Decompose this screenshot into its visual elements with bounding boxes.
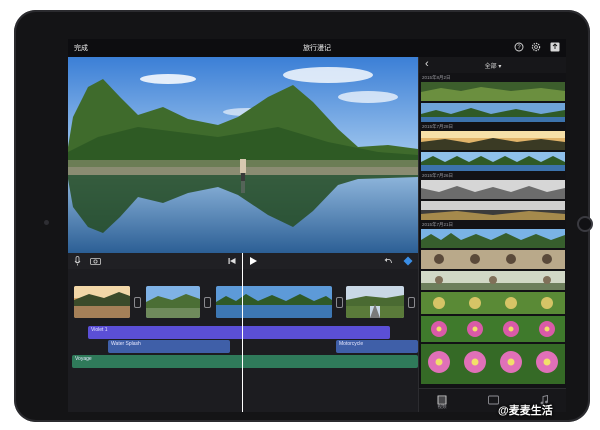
video-clip[interactable] bbox=[216, 286, 332, 318]
microphone-icon[interactable] bbox=[74, 256, 81, 266]
media-row[interactable] bbox=[421, 229, 565, 248]
media-row[interactable] bbox=[421, 292, 565, 314]
media-row[interactable] bbox=[421, 250, 565, 269]
audio-track-violet[interactable]: Violet 1 bbox=[88, 326, 390, 339]
audio-track-label: Water Splash bbox=[111, 341, 141, 347]
front-camera bbox=[44, 220, 49, 225]
tab-video[interactable]: 视频 bbox=[427, 392, 457, 412]
imovie-screen: 完成 旅行漫记 ? Violet 1 Water Splash Motorcyc… bbox=[68, 39, 566, 412]
watermark: @麦麦生活 bbox=[498, 405, 553, 417]
timeline[interactable]: Violet 1 Water Splash Motorcycle Voyage bbox=[68, 269, 418, 412]
transition-marker[interactable] bbox=[134, 297, 141, 308]
share-icon[interactable] bbox=[550, 42, 560, 52]
skip-back-icon[interactable] bbox=[228, 257, 236, 265]
media-row[interactable] bbox=[421, 131, 565, 150]
transition-marker[interactable] bbox=[204, 297, 211, 308]
audio-icon[interactable] bbox=[403, 256, 413, 266]
tab-label: 视频 bbox=[437, 404, 447, 409]
media-row[interactable] bbox=[421, 201, 565, 220]
gear-icon[interactable] bbox=[531, 42, 541, 52]
media-row[interactable] bbox=[421, 180, 565, 199]
camera-icon[interactable] bbox=[90, 257, 101, 265]
transition-marker[interactable] bbox=[336, 297, 343, 308]
date-header: 2015年7月26日 bbox=[422, 173, 454, 178]
top-bar: 完成 旅行漫记 ? bbox=[68, 39, 566, 57]
video-clip[interactable] bbox=[74, 286, 130, 318]
playhead[interactable] bbox=[242, 253, 243, 412]
media-row[interactable] bbox=[421, 271, 565, 290]
media-row[interactable] bbox=[421, 344, 565, 384]
media-row[interactable] bbox=[421, 103, 565, 122]
media-row[interactable] bbox=[421, 82, 565, 101]
audio-track-voyage[interactable]: Voyage bbox=[72, 355, 418, 368]
video-clip[interactable] bbox=[346, 286, 404, 318]
ipad-device: 完成 旅行漫记 ? Violet 1 Water Splash Motorcyc… bbox=[14, 10, 593, 422]
audio-track-label: Voyage bbox=[75, 356, 92, 362]
audio-track-label: Motorcycle bbox=[339, 341, 364, 347]
date-header: 2015年7月28日 bbox=[422, 124, 454, 129]
browser-header: ‹ 全部 ▾ bbox=[419, 57, 566, 73]
home-button[interactable] bbox=[577, 216, 593, 232]
transition-marker[interactable] bbox=[408, 297, 415, 308]
playback-controls bbox=[68, 253, 418, 269]
project-title: 旅行漫记 bbox=[303, 45, 331, 52]
help-icon[interactable]: ? bbox=[514, 42, 524, 52]
play-icon[interactable] bbox=[249, 256, 258, 266]
audio-track-label: Violet 1 bbox=[91, 327, 108, 333]
media-row[interactable] bbox=[421, 152, 565, 171]
filter-dropdown[interactable]: 全部 ▾ bbox=[419, 61, 566, 70]
date-header: 2015年8月2日 bbox=[422, 75, 451, 80]
media-browser: ‹ 全部 ▾ 2015年8月2日 2015年7月28日 2015年7月26日 2… bbox=[418, 57, 566, 412]
audio-track-motorcycle[interactable]: Motorcycle bbox=[336, 340, 418, 353]
date-header: 2015年7月21日 bbox=[422, 222, 454, 227]
media-row[interactable] bbox=[421, 316, 565, 342]
video-preview[interactable] bbox=[68, 57, 418, 253]
undo-icon[interactable] bbox=[384, 257, 393, 265]
video-clip[interactable] bbox=[146, 286, 200, 318]
audio-track-water-splash[interactable]: Water Splash bbox=[108, 340, 230, 353]
photo-icon bbox=[487, 395, 499, 405]
